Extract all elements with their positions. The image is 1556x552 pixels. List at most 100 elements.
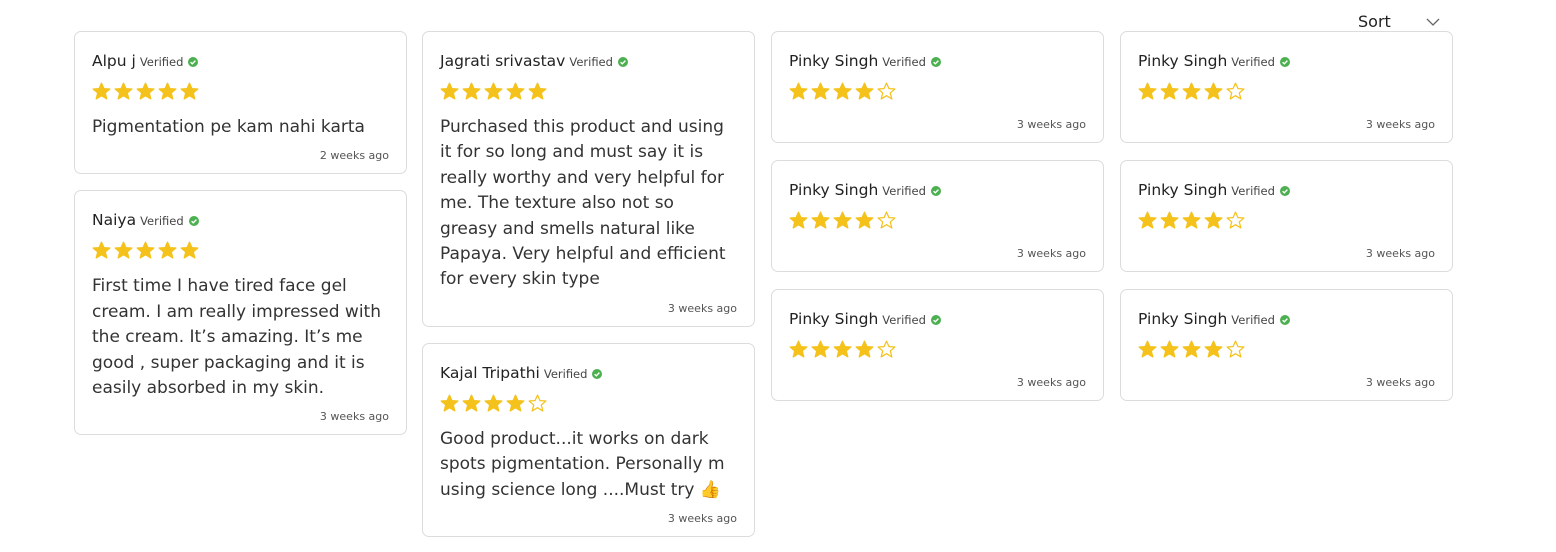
- verified-check-icon: [930, 315, 941, 325]
- star-filled-icon: [811, 211, 830, 229]
- verified-check-icon: [930, 57, 941, 67]
- reviewer-name: Kajal Tripathi: [440, 363, 540, 382]
- review-card: Kajal Tripathi Verified Good product...i…: [422, 342, 755, 538]
- review-card: Pinky Singh Verified 3 weeks ago: [771, 289, 1104, 401]
- star-filled-icon: [180, 241, 199, 259]
- verified-label: Verified: [882, 184, 926, 198]
- review-card: Pinky Singh Verified 3 weeks ago: [1120, 31, 1453, 143]
- star-filled-icon: [1204, 82, 1223, 100]
- star-filled-icon: [484, 394, 503, 412]
- review-date: 3 weeks ago: [1016, 118, 1086, 131]
- star-filled-icon: [1138, 211, 1157, 229]
- review-date: 3 weeks ago: [667, 512, 737, 526]
- star-filled-icon: [1182, 211, 1201, 229]
- verified-label: Verified: [140, 214, 184, 229]
- star-filled-icon: [136, 241, 155, 259]
- verified-label: Verified: [543, 366, 588, 381]
- star-filled-icon: [506, 394, 525, 412]
- reviewer-name: Pinky Singh: [789, 310, 879, 328]
- verified-check-icon: [1279, 315, 1290, 325]
- star-filled-icon: [1204, 340, 1223, 358]
- reviewer-name: Jagrati srivastav: [440, 52, 566, 70]
- star-filled-icon: [1138, 82, 1157, 100]
- review-card: Pinky Singh Verified 3 weeks ago: [771, 31, 1104, 143]
- reviewer-name: Pinky Singh: [789, 181, 879, 199]
- star-empty-icon: [528, 394, 547, 412]
- verified-check-icon: [617, 57, 628, 67]
- star-filled-icon: [1160, 82, 1179, 100]
- star-filled-icon: [811, 340, 830, 358]
- star-filled-icon: [1182, 82, 1201, 100]
- star-rating: [789, 340, 1086, 362]
- star-rating: [440, 82, 737, 104]
- review-column-3: Pinky Singh Verified 3 weeks ago Pinky S…: [771, 31, 1104, 418]
- reviewer-name: Alpu j: [92, 52, 136, 70]
- star-filled-icon: [789, 82, 808, 100]
- star-rating: [1138, 211, 1435, 233]
- review-date: 3 weeks ago: [1365, 376, 1435, 389]
- verified-label: Verified: [1231, 313, 1275, 327]
- star-filled-icon: [789, 211, 808, 229]
- reviewer-name: Pinky Singh: [1138, 181, 1228, 199]
- star-empty-icon: [1226, 340, 1245, 358]
- review-card: Pinky Singh Verified 3 weeks ago: [1120, 160, 1453, 272]
- verified-label: Verified: [882, 55, 926, 69]
- review-date: 3 weeks ago: [1016, 376, 1086, 389]
- review-date: 3 weeks ago: [667, 301, 737, 315]
- star-filled-icon: [114, 241, 133, 259]
- star-empty-icon: [877, 340, 896, 358]
- star-filled-icon: [1160, 211, 1179, 229]
- star-filled-icon: [92, 241, 111, 259]
- verified-check-icon: [1279, 57, 1290, 67]
- review-card: Jagrati srivastav Verified Purchased thi…: [422, 31, 755, 327]
- star-filled-icon: [855, 340, 874, 358]
- sort-label: Sort: [1358, 12, 1391, 31]
- review-column-4: Pinky Singh Verified 3 weeks ago Pinky S…: [1120, 31, 1453, 418]
- reviewer-name: Naiya: [92, 211, 137, 230]
- star-rating: [789, 211, 1086, 233]
- star-empty-icon: [877, 211, 896, 229]
- star-filled-icon: [440, 394, 459, 412]
- review-date: 3 weeks ago: [1365, 247, 1435, 260]
- review-date: 2 weeks ago: [319, 149, 389, 163]
- star-filled-icon: [1182, 340, 1201, 358]
- review-text: Pigmentation pe kam nahi karta: [92, 117, 365, 137]
- star-filled-icon: [833, 340, 852, 358]
- review-column-1: Alpu j Verified Pigmentation pe kam nahi…: [74, 31, 407, 451]
- verified-check-icon: [592, 368, 603, 379]
- verified-label: Verified: [139, 55, 184, 69]
- star-rating: [1138, 82, 1435, 104]
- star-rating: [1138, 340, 1435, 362]
- reviews-page: Sort Alpu j Verified Pigmentation pe kam…: [0, 0, 1556, 552]
- review-text: Purchased this product and using it for …: [440, 117, 726, 290]
- star-filled-icon: [833, 82, 852, 100]
- star-filled-icon: [1138, 340, 1157, 358]
- verified-check-icon: [930, 186, 941, 196]
- reviewer-name: Pinky Singh: [1138, 310, 1228, 328]
- star-filled-icon: [440, 82, 459, 100]
- star-filled-icon: [855, 82, 874, 100]
- star-filled-icon: [462, 394, 481, 412]
- star-filled-icon: [462, 82, 481, 100]
- star-filled-icon: [833, 211, 852, 229]
- review-date: 3 weeks ago: [319, 410, 389, 424]
- star-filled-icon: [92, 82, 111, 100]
- star-filled-icon: [811, 82, 830, 100]
- review-card: Pinky Singh Verified 3 weeks ago: [771, 160, 1104, 272]
- reviewer-name: Pinky Singh: [789, 52, 879, 70]
- review-date: 3 weeks ago: [1365, 118, 1435, 131]
- reviewer-name: Pinky Singh: [1138, 52, 1228, 70]
- star-rating: [440, 394, 737, 416]
- star-filled-icon: [484, 82, 503, 100]
- verified-check-icon: [188, 216, 199, 227]
- verified-check-icon: [188, 57, 199, 67]
- verified-label: Verified: [882, 313, 926, 327]
- star-rating: [92, 241, 389, 263]
- star-filled-icon: [158, 82, 177, 100]
- star-filled-icon: [1204, 211, 1223, 229]
- star-empty-icon: [1226, 211, 1245, 229]
- star-filled-icon: [528, 82, 547, 100]
- star-filled-icon: [855, 211, 874, 229]
- review-date: 3 weeks ago: [1016, 247, 1086, 260]
- star-rating: [92, 82, 389, 104]
